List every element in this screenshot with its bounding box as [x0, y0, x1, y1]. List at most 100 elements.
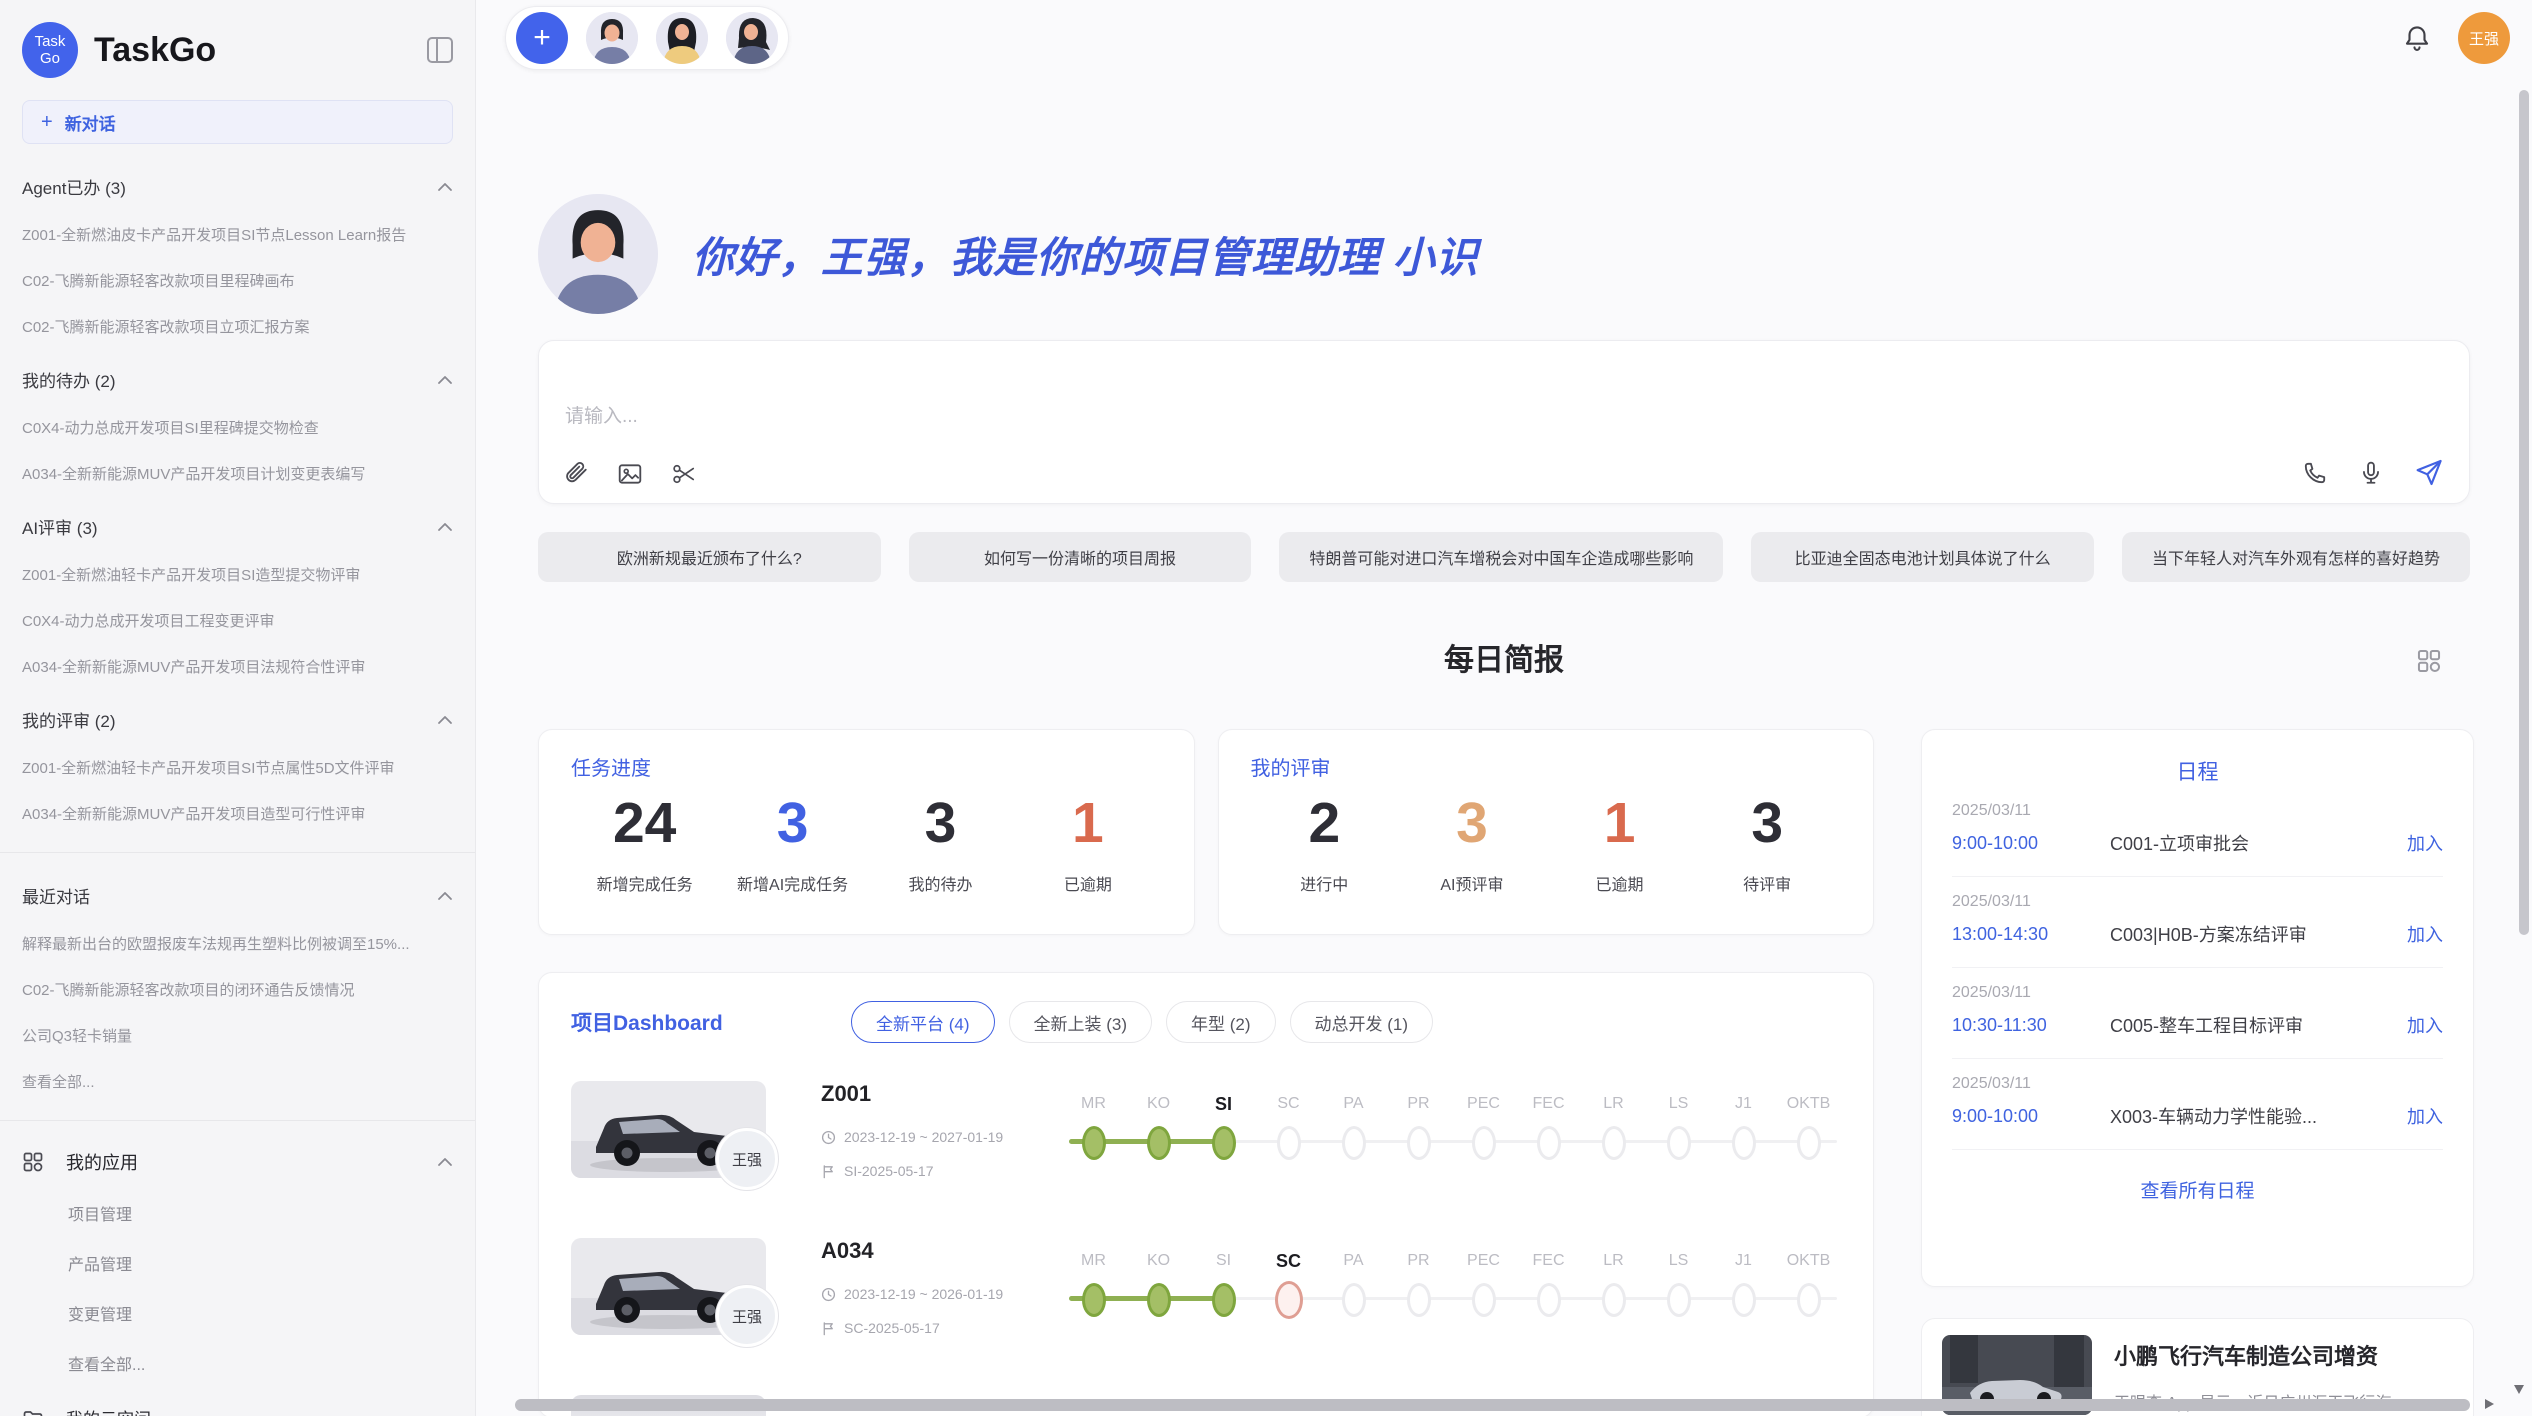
- milestone-label: MR: [1061, 1248, 1126, 1274]
- sidebar-header: Task Go TaskGo: [22, 0, 453, 100]
- milestone-label: SC: [1256, 1248, 1321, 1274]
- milestone-label: SC: [1256, 1091, 1321, 1117]
- agent-avatar-2[interactable]: [656, 12, 708, 64]
- schedule-view-all[interactable]: 查看所有日程: [1952, 1176, 2443, 1203]
- sidebar: Task Go TaskGo + 新对话 Agent已办 (3) Z001-全新…: [0, 0, 476, 1416]
- stat-cell: 3 待评审: [1712, 787, 1822, 895]
- project-list: 王强 Z001 2023-12-19 ~ 2027-01-19 SI-2025-…: [571, 1081, 1841, 1335]
- stat-cell: 3 AI预评审: [1417, 787, 1527, 895]
- suggestion-chip[interactable]: 欧洲新规最近颁布了什么?: [538, 532, 881, 582]
- agent-avatar-3[interactable]: [726, 12, 778, 64]
- main-area: + 王强 你好，王强，我是你的项目管理助理 小识 请输入... 欧洲新规最近颁布…: [476, 0, 2532, 1416]
- sidebar-collapse-icon[interactable]: [427, 37, 453, 63]
- greeting-text: 你好，王强，我是你的项目管理助理 小识: [692, 224, 1479, 285]
- section-header[interactable]: Agent已办 (3): [22, 174, 453, 199]
- scroll-down-arrow-icon[interactable]: [2514, 1385, 2524, 1394]
- app-sub-item[interactable]: 产品管理: [22, 1251, 453, 1275]
- recent-chats-header[interactable]: 最近对话: [22, 883, 453, 908]
- join-button[interactable]: 加入: [2407, 830, 2443, 856]
- section-title: Agent已办 (3): [22, 174, 126, 199]
- project-row[interactable]: 王强 A034 2023-12-19 ~ 2026-01-19 SC-2025-…: [571, 1238, 1841, 1335]
- milestone-label: LR: [1581, 1248, 1646, 1274]
- stat-value: 3: [1712, 787, 1822, 859]
- section-title: 我的待办 (2): [22, 367, 116, 392]
- message-composer[interactable]: 请输入...: [538, 340, 2470, 504]
- logo-line1: Task: [35, 33, 66, 50]
- sidebar-list-item[interactable]: A034-全新新能源MUV产品开发项目法规符合性评审: [22, 656, 453, 677]
- stat-label: 待评审: [1712, 871, 1822, 895]
- dashboard-header: 项目Dashboard 全新平台 (4)全新上装 (3)年型 (2)动总开发 (…: [571, 1001, 1841, 1043]
- dashboard-tab[interactable]: 动总开发 (1): [1290, 1001, 1434, 1043]
- sidebar-list-item[interactable]: C02-飞腾新能源轻客改款项目里程碑画布: [22, 270, 453, 291]
- sidebar-list-item[interactable]: Z001-全新燃油轻卡产品开发项目SI节点属性5D文件评审: [22, 757, 453, 778]
- milestone-node: [1646, 1278, 1711, 1322]
- section-title: 我的评审 (2): [22, 707, 116, 732]
- schedule-time: 9:00-10:00: [1952, 833, 2110, 854]
- sidebar-item-folder[interactable]: 我的云空间: [22, 1405, 453, 1416]
- section-items: Z001-全新燃油皮卡产品开发项目SI节点Lesson Learn报告 C02-飞…: [22, 224, 453, 337]
- sidebar-list-item[interactable]: 解释最新出台的欧盟报废车法规再生塑料比例被调至15%...: [22, 933, 453, 954]
- milestone-label: KO: [1126, 1248, 1191, 1274]
- milestone-node: [1126, 1121, 1191, 1165]
- image-upload-icon[interactable]: [617, 461, 643, 487]
- scissors-icon[interactable]: [671, 461, 697, 487]
- sidebar-list-item[interactable]: C0X4-动力总成开发项目工程变更评审: [22, 610, 453, 631]
- milestone-node: [1776, 1121, 1841, 1165]
- project-row[interactable]: 王强 Z001 2023-12-19 ~ 2027-01-19 SI-2025-…: [571, 1081, 1841, 1178]
- notification-bell-icon[interactable]: [2402, 23, 2432, 53]
- join-button[interactable]: 加入: [2407, 921, 2443, 947]
- sidebar-list-item[interactable]: C0X4-动力总成开发项目SI里程碑提交物检查: [22, 417, 453, 438]
- section-header[interactable]: AI评审 (3): [22, 514, 453, 539]
- sidebar-list-item[interactable]: C02-飞腾新能源轻客改款项目立项汇报方案: [22, 316, 453, 337]
- send-icon[interactable]: [2414, 458, 2443, 487]
- sidebar-list-item[interactable]: 公司Q3轻卡销量: [22, 1025, 453, 1046]
- section-header[interactable]: 我的待办 (2): [22, 367, 453, 392]
- dashboard-tab[interactable]: 全新上装 (3): [1009, 1001, 1153, 1043]
- my-review-stats: 2 进行中 3 AI预评审 1 已逾期 3 待评审: [1251, 787, 1842, 895]
- milestone-label: PR: [1386, 1248, 1451, 1274]
- app-sub-item[interactable]: 项目管理: [22, 1201, 453, 1225]
- flag-icon: [821, 1164, 836, 1179]
- join-button[interactable]: 加入: [2407, 1012, 2443, 1038]
- phone-call-icon[interactable]: [2302, 460, 2328, 486]
- new-chat-button[interactable]: + 新对话: [22, 100, 453, 144]
- task-progress-stats: 24 新增完成任务 3 新增AI完成任务 3 我的待办 1 已逾期: [571, 787, 1162, 895]
- milestone-label: PA: [1321, 1248, 1386, 1274]
- briefing-layout-icon[interactable]: [2416, 648, 2442, 674]
- my-review-card: 我的评审 2 进行中 3 AI预评审 1 已逾期 3 待评审: [1218, 729, 1875, 935]
- user-avatar[interactable]: 王强: [2458, 12, 2510, 64]
- attachment-icon[interactable]: [563, 461, 589, 487]
- section-header[interactable]: 我的评审 (2): [22, 707, 453, 732]
- left-column: 任务进度 24 新增完成任务 3 新增AI完成任务 3 我的待办 1 已逾期 我…: [538, 729, 1874, 1416]
- milestone-node: [1711, 1278, 1776, 1322]
- recent-view-all[interactable]: 查看全部...: [22, 1071, 453, 1092]
- milestone-timeline: MRKOSISCPAPRPECFECLRLSJ1OKTB: [1061, 1238, 1861, 1322]
- suggestion-chip[interactable]: 如何写一份清晰的项目周报: [909, 532, 1252, 582]
- stat-value: 3: [1417, 787, 1527, 859]
- horizontal-scrollbar[interactable]: [515, 1399, 2470, 1411]
- suggestion-chip[interactable]: 特朗普可能对进口汽车增税会对中国车企造成哪些影响: [1279, 532, 1723, 582]
- sidebar-list-item[interactable]: C02-飞腾新能源轻客改款项目的闭环通告反馈情况: [22, 979, 453, 1000]
- suggestion-chip[interactable]: 比亚迪全固态电池计划具体说了什么: [1751, 532, 2094, 582]
- assistant-avatar: [538, 194, 658, 314]
- vertical-scrollbar[interactable]: [2519, 90, 2529, 935]
- join-button[interactable]: 加入: [2407, 1103, 2443, 1129]
- sidebar-list-item[interactable]: A034-全新新能源MUV产品开发项目造型可行性评审: [22, 803, 453, 824]
- sidebar-list-item[interactable]: Z001-全新燃油皮卡产品开发项目SI节点Lesson Learn报告: [22, 224, 453, 245]
- milestone-label: FEC: [1516, 1248, 1581, 1274]
- sidebar-list-item[interactable]: A034-全新新能源MUV产品开发项目计划变更表编写: [22, 463, 453, 484]
- scroll-right-arrow-icon[interactable]: [2485, 1399, 2494, 1409]
- sidebar-list-item[interactable]: Z001-全新燃油轻卡产品开发项目SI造型提交物评审: [22, 564, 453, 585]
- suggestion-chip[interactable]: 当下年轻人对汽车外观有怎样的喜好趋势: [2122, 532, 2470, 582]
- dashboard-tab[interactable]: 年型 (2): [1166, 1001, 1276, 1043]
- apps-view-all[interactable]: 查看全部...: [22, 1351, 453, 1375]
- app-sub-item[interactable]: 变更管理: [22, 1301, 453, 1325]
- schedule-time: 10:30-11:30: [1952, 1015, 2110, 1036]
- add-agent-button[interactable]: +: [516, 12, 568, 64]
- sidebar-item-my-apps[interactable]: 我的应用: [22, 1149, 453, 1175]
- dashboard-tab[interactable]: 全新平台 (4): [851, 1001, 995, 1043]
- microphone-icon[interactable]: [2358, 460, 2384, 486]
- agent-avatar-1[interactable]: [586, 12, 638, 64]
- stat-cell: 24 新增完成任务: [590, 787, 700, 895]
- dashboard-tabs: 全新平台 (4) 全新上装 (3) 年型 (2) 动总开发 (1): [851, 1001, 1433, 1043]
